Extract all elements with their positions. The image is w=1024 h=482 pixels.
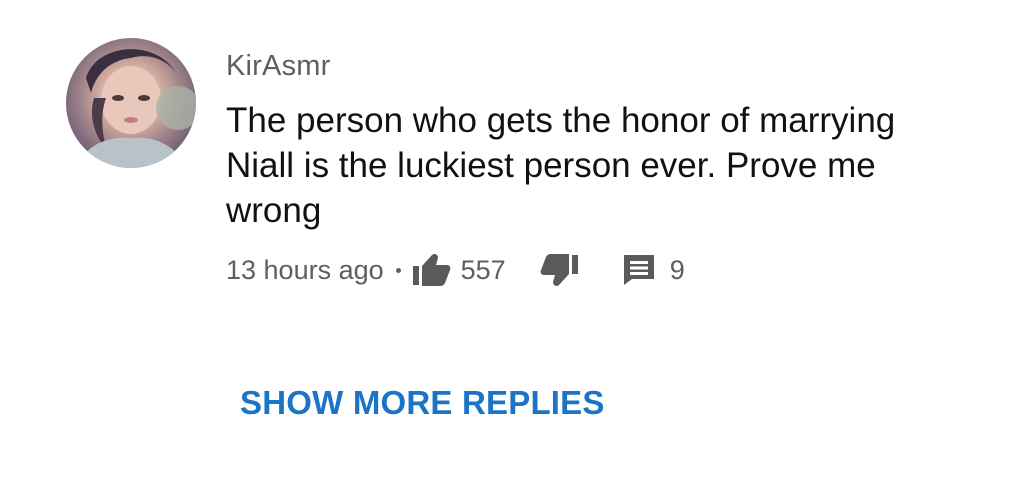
comment-timestamp: 13 hours ago bbox=[226, 254, 384, 285]
comment-text: The person who gets the honor of marryin… bbox=[226, 101, 896, 230]
show-more-replies-button[interactable]: SHOW MORE REPLIES bbox=[240, 384, 605, 422]
avatar-image bbox=[76, 49, 196, 168]
thumbs-up-icon bbox=[412, 254, 450, 286]
reply-count: 9 bbox=[669, 254, 685, 285]
thumbs-down-icon bbox=[540, 254, 578, 286]
like-count: 557 bbox=[460, 254, 506, 285]
reply-button[interactable] bbox=[622, 253, 656, 287]
avatar[interactable] bbox=[66, 38, 196, 168]
separator-dot bbox=[395, 267, 401, 273]
comment-author[interactable]: KirAsmr bbox=[226, 50, 331, 83]
dislike-button[interactable] bbox=[540, 253, 580, 287]
like-button[interactable] bbox=[411, 253, 451, 287]
comment-thread: KirAsmr The person who gets the honor of… bbox=[0, 0, 1024, 482]
comment-icon bbox=[623, 255, 654, 285]
comment-meta: 13 hours ago 557 9 bbox=[226, 250, 685, 290]
